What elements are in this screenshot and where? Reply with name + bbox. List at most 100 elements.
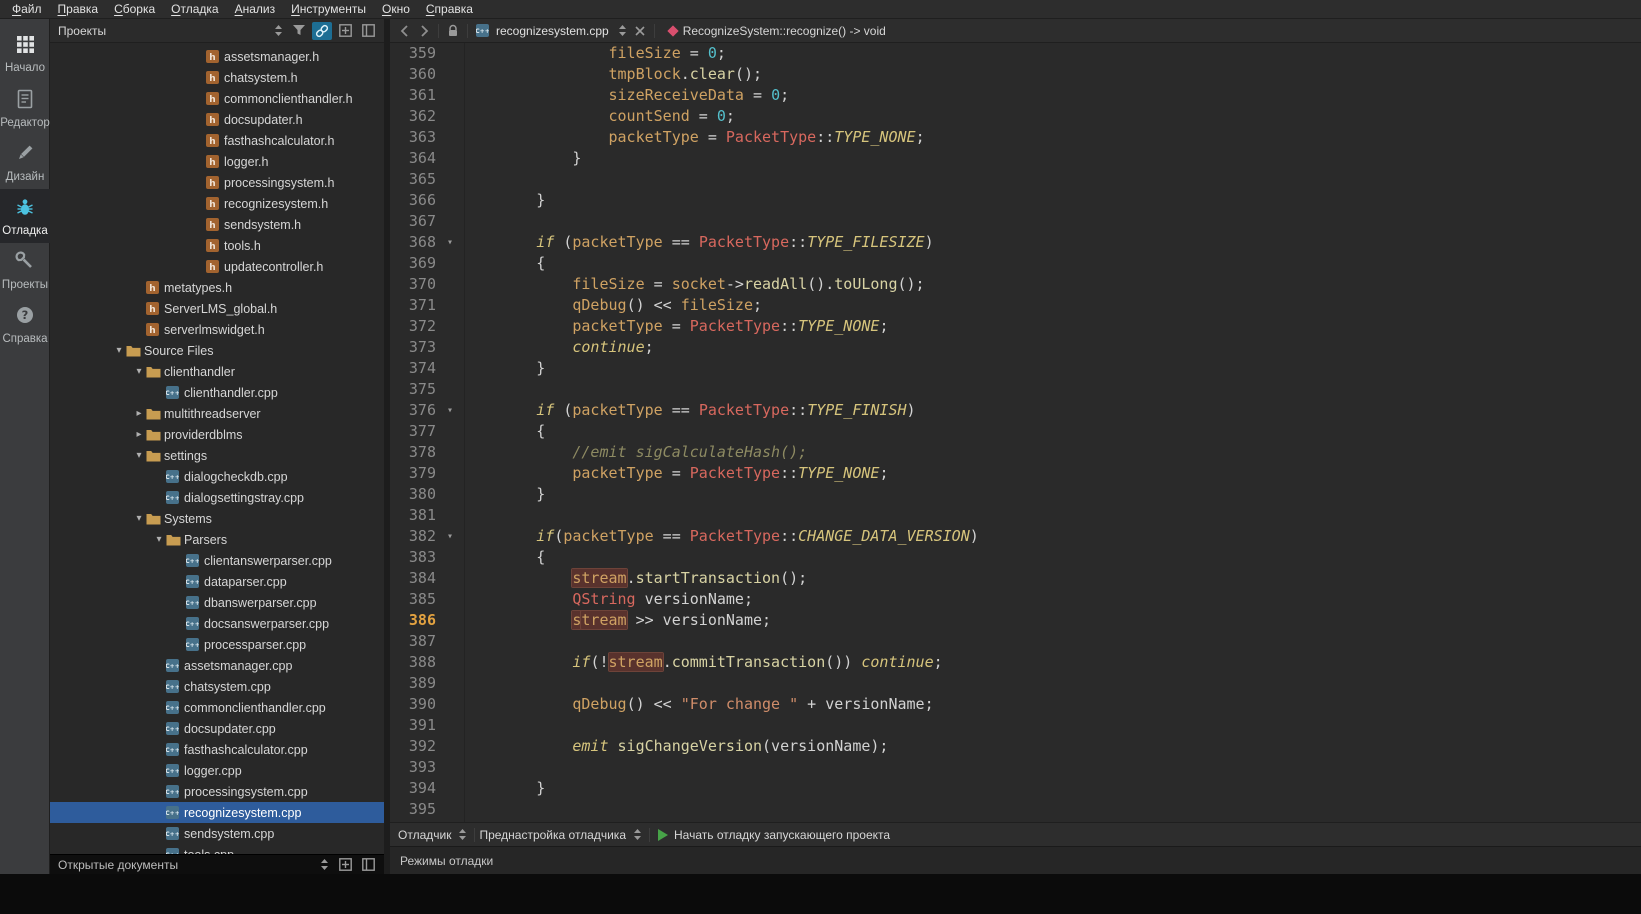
panel-kind-combobox[interactable]: Проекты — [58, 24, 286, 38]
tree-item[interactable]: hchatsystem.h — [50, 67, 384, 88]
split-button[interactable] — [335, 856, 355, 874]
tree-item[interactable]: C++logger.cpp — [50, 760, 384, 781]
tree-item[interactable]: C++processparser.cpp — [50, 634, 384, 655]
cpp-file-icon: C++ — [186, 554, 203, 567]
line-number: 383 — [390, 547, 442, 568]
chevron-expanded-icon[interactable]: ▾ — [132, 513, 146, 524]
symbol-dropdown[interactable]: RecognizeSystem::recognize() -> void — [683, 24, 886, 38]
tree-item[interactable]: C++processingsystem.cpp — [50, 781, 384, 802]
code-line: //emit sigCalculateHash(); — [458, 442, 807, 463]
chevron-expanded-icon[interactable]: ▾ — [112, 345, 126, 356]
svg-text:C++: C++ — [166, 390, 179, 397]
chevron-collapsed-icon[interactable]: ▸ — [132, 408, 146, 419]
menu-item[interactable]: Инструменты — [283, 0, 374, 19]
fold-column — [442, 274, 458, 295]
tree-item[interactable]: hfasthashcalculator.h — [50, 130, 384, 151]
tree-item[interactable]: ▾Systems — [50, 508, 384, 529]
fold-column — [442, 757, 458, 778]
tree-item[interactable]: C++fasthashcalculator.cpp — [50, 739, 384, 760]
close-panel-button[interactable] — [358, 856, 378, 874]
debug-modes-bar: Режимы отладки — [390, 846, 1641, 874]
menu-item[interactable]: Правка — [50, 0, 107, 19]
forward-button[interactable] — [414, 20, 434, 42]
fold-marker[interactable]: ▾ — [442, 526, 458, 547]
fold-column — [442, 211, 458, 232]
filter-button[interactable] — [289, 22, 309, 40]
tree-item[interactable]: ▾settings — [50, 445, 384, 466]
tree-item[interactable]: ▾Source Files — [50, 340, 384, 361]
mode-item-home[interactable]: Начало — [0, 27, 50, 81]
tree-item[interactable]: ▾clienthandler — [50, 361, 384, 382]
code-line-row: 395 — [390, 799, 1641, 820]
combobox-arrows-icon[interactable] — [619, 25, 626, 36]
tree-item[interactable]: hassetsmanager.h — [50, 46, 384, 67]
tree-item[interactable]: C++dbanswerparser.cpp — [50, 592, 384, 613]
fold-column — [442, 106, 458, 127]
mode-item-projects[interactable]: Проекты — [0, 243, 50, 297]
menu-item[interactable]: Справка — [418, 0, 481, 19]
mode-item-design[interactable]: Дизайн — [0, 135, 50, 189]
menu-item[interactable]: Файл — [4, 0, 50, 19]
menu-item[interactable]: Окно — [374, 0, 418, 19]
code-line: } — [458, 190, 545, 211]
combobox-arrows-icon[interactable] — [321, 859, 328, 870]
tree-item[interactable]: C++commonclienthandler.cpp — [50, 697, 384, 718]
chevron-expanded-icon[interactable]: ▾ — [132, 450, 146, 461]
start-debug-button[interactable]: Начать отладку запускающего проекта — [674, 828, 890, 842]
fold-marker[interactable]: ▾ — [442, 232, 458, 253]
split-button[interactable] — [335, 22, 355, 40]
tree-item[interactable]: C++docsupdater.cpp — [50, 718, 384, 739]
tree-item[interactable]: C++clienthandler.cpp — [50, 382, 384, 403]
code-editor[interactable]: 359 fileSize = 0;360 tmpBlock.clear();36… — [390, 43, 1641, 822]
cpp-file-icon: C++ — [166, 764, 183, 777]
tree-item[interactable]: C++recognizesystem.cpp — [50, 802, 384, 823]
tree-item[interactable]: C++dataparser.cpp — [50, 571, 384, 592]
menu-item[interactable]: Отладка — [163, 0, 226, 19]
tree-item[interactable]: C++tools.cpp — [50, 844, 384, 854]
back-button[interactable] — [394, 20, 414, 42]
chevron-expanded-icon[interactable]: ▾ — [152, 534, 166, 545]
chevron-collapsed-icon[interactable]: ▸ — [132, 429, 146, 440]
tree-item[interactable]: ▸multithreadserver — [50, 403, 384, 424]
debugger-preset-combobox[interactable]: Преднастройка отладчика — [479, 828, 626, 842]
debugger-combobox[interactable]: Отладчик — [398, 828, 451, 842]
tree-item[interactable]: hupdatecontroller.h — [50, 256, 384, 277]
tree-item[interactable]: C++assetsmanager.cpp — [50, 655, 384, 676]
code-line-row: 380 } — [390, 484, 1641, 505]
tree-item[interactable]: hcommonclienthandler.h — [50, 88, 384, 109]
tree-item[interactable]: hprocessingsystem.h — [50, 172, 384, 193]
tree-item[interactable]: C++clientanswerparser.cpp — [50, 550, 384, 571]
code-line: packetType = PacketType::TYPE_NONE; — [458, 316, 888, 337]
tree-item[interactable]: C++sendsystem.cpp — [50, 823, 384, 844]
code-line: stream.startTransaction(); — [458, 568, 807, 589]
close-panel-button[interactable] — [358, 22, 378, 40]
tree-item-label: providerdblms — [164, 428, 243, 442]
tree-item[interactable]: hdocsupdater.h — [50, 109, 384, 130]
tree-item[interactable]: hServerLMS_global.h — [50, 298, 384, 319]
svg-text:C++: C++ — [166, 495, 179, 502]
tree-item[interactable]: htools.h — [50, 235, 384, 256]
mode-item-debug[interactable]: Отладка — [0, 189, 50, 243]
tree-item[interactable]: hlogger.h — [50, 151, 384, 172]
fold-column — [442, 253, 458, 274]
mode-item-help[interactable]: ?Справка — [0, 297, 50, 351]
mode-item-edit[interactable]: Редактор — [0, 81, 50, 135]
separator — [467, 24, 468, 38]
tree-item[interactable]: ▾Parsers — [50, 529, 384, 550]
menu-item[interactable]: Анализ — [227, 0, 284, 19]
tree-item[interactable]: ▸ providerdblms — [50, 424, 384, 445]
fold-marker[interactable]: ▾ — [442, 400, 458, 421]
close-document-button[interactable] — [630, 20, 650, 42]
sync-with-editor-button[interactable] — [312, 22, 332, 40]
tree-item[interactable]: hmetatypes.h — [50, 277, 384, 298]
tree-item[interactable]: hserverlmswidget.h — [50, 319, 384, 340]
menu-item[interactable]: Сборка — [106, 0, 163, 19]
chevron-expanded-icon[interactable]: ▾ — [132, 366, 146, 377]
tree-item[interactable]: C++dialogsettingstray.cpp — [50, 487, 384, 508]
tree-item[interactable]: hrecognizesystem.h — [50, 193, 384, 214]
tree-item[interactable]: C++dialogcheckdb.cpp — [50, 466, 384, 487]
tree-item[interactable]: C++docsanswerparser.cpp — [50, 613, 384, 634]
tree-item[interactable]: hsendsystem.h — [50, 214, 384, 235]
tree-item[interactable]: C++chatsystem.cpp — [50, 676, 384, 697]
document-dropdown[interactable]: recognizesystem.cpp — [496, 24, 609, 38]
